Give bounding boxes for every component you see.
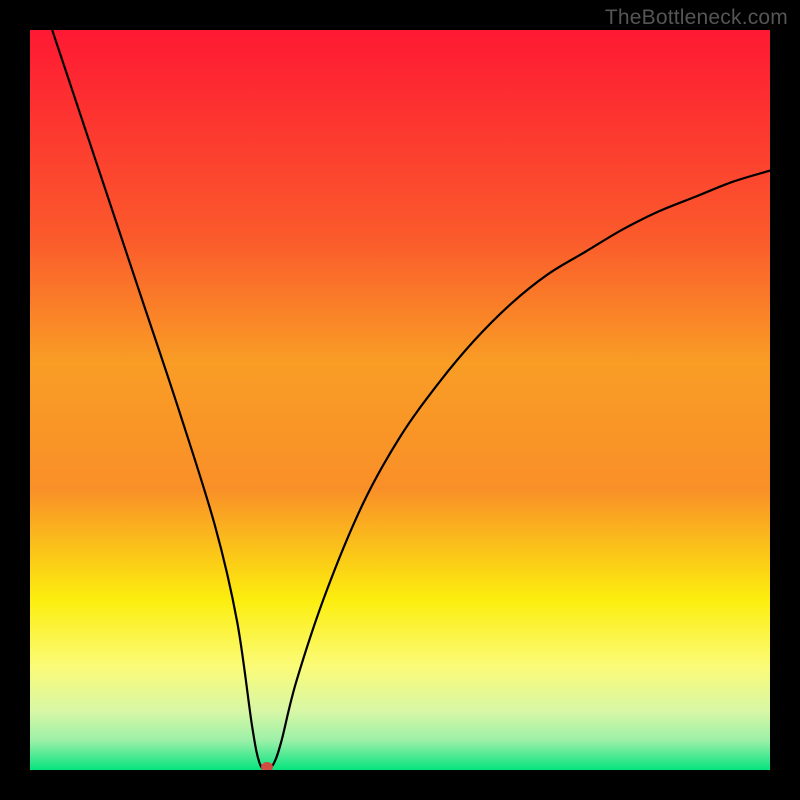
bottleneck-curve — [30, 30, 770, 770]
chart-frame: TheBottleneck.com — [0, 0, 800, 800]
watermark-text: TheBottleneck.com — [605, 6, 788, 30]
plot-area — [30, 30, 770, 770]
minimum-marker — [261, 762, 273, 770]
